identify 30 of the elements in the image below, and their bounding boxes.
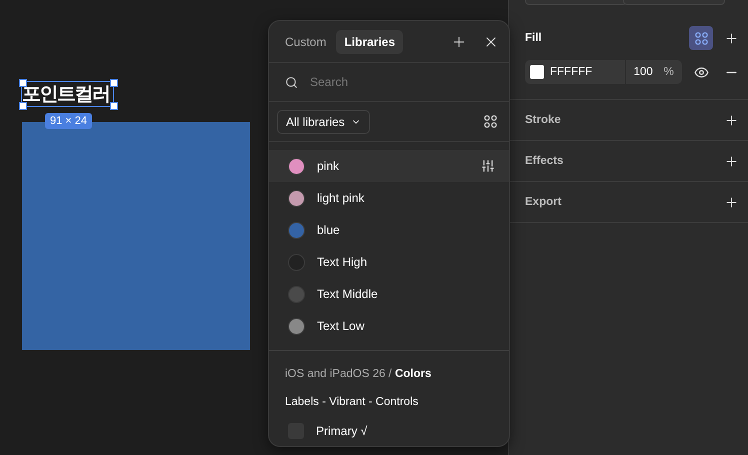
library-grid-icon (694, 32, 708, 44)
library-path: iOS and iPadOS 26 / Colors (284, 367, 432, 382)
resize-handle[interactable] (110, 102, 118, 110)
fill-field[interactable]: FFFFFF 100 % (525, 60, 682, 84)
library-grid-icon (484, 115, 497, 128)
color-style-item[interactable]: Text High (269, 246, 509, 278)
color-style-item[interactable]: light pink (269, 182, 509, 214)
text-layer[interactable]: 포인트컬러 (22, 82, 113, 106)
search-field[interactable]: Search (308, 74, 493, 90)
color-style-item[interactable]: Text Low (269, 310, 509, 342)
search-icon (285, 76, 298, 89)
size-badge: 91 × 24 (45, 113, 92, 129)
adjust-icon[interactable] (481, 159, 495, 174)
section-title: Effects (525, 155, 564, 167)
color-style-item[interactable]: Text Middle (269, 278, 509, 310)
color-swatch[interactable] (530, 65, 544, 79)
color-style-item[interactable]: pink (269, 150, 509, 182)
color-style-item[interactable]: Primary √ (269, 415, 509, 446)
tab[interactable]: Libraries (336, 30, 404, 54)
section-title: Fill (525, 32, 542, 44)
resize-handle[interactable] (110, 79, 118, 87)
section-title: Stroke (525, 114, 561, 126)
library-dropdown[interactable]: All libraries (277, 110, 370, 134)
tab[interactable]: Custom (277, 30, 334, 54)
color-style-item[interactable]: blue (269, 214, 509, 246)
styles-button[interactable] (689, 26, 713, 50)
group-title: Labels - Vibrant - Controls (284, 395, 420, 410)
section-title: Export (525, 196, 562, 208)
resize-handle[interactable] (19, 102, 27, 110)
resize-handle[interactable] (19, 79, 27, 87)
